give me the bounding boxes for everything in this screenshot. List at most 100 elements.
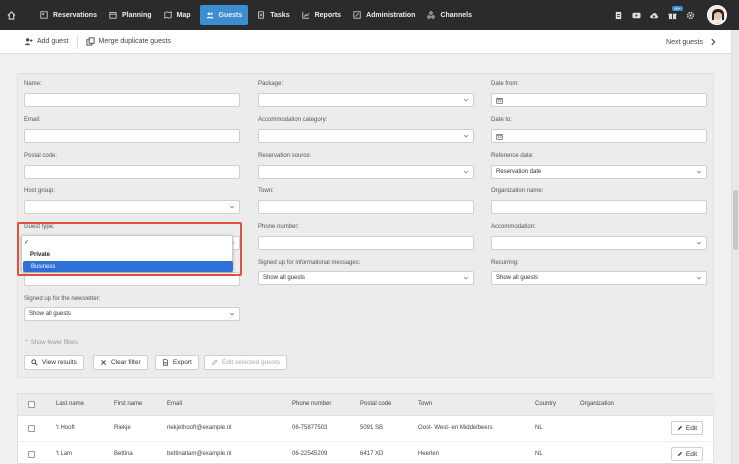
table-row[interactable]: 't Lam Bettina bettinatlam@example.nl 06…	[18, 442, 715, 464]
map-icon	[163, 11, 172, 19]
nav-planning[interactable]: Planning	[103, 0, 158, 30]
nav-label: Reports	[314, 11, 342, 19]
checkmark-icon: ✓	[24, 240, 30, 246]
cloud-download-icon[interactable]	[645, 0, 663, 30]
reference-date-value: Reservation date	[496, 169, 542, 175]
nav-reports[interactable]: Reports	[296, 0, 347, 30]
date-to-label: Date to:	[491, 117, 513, 123]
column-town[interactable]: Town	[418, 401, 432, 407]
nav-guests[interactable]: Guests	[199, 5, 249, 25]
reference-date-select[interactable]: Reservation date	[491, 165, 707, 179]
merge-duplicates-button[interactable]: Merge duplicate guests	[78, 30, 179, 54]
dropdown-option-business[interactable]: Business	[23, 261, 233, 272]
informational-messages-label: Signed up for informational messages:	[258, 260, 361, 266]
export-button[interactable]: Export	[155, 355, 199, 370]
informational-messages-select[interactable]: Show all guests	[258, 271, 474, 285]
nav-tasks[interactable]: Tasks	[251, 0, 295, 30]
chevron-down-icon	[229, 312, 235, 316]
postal-code-input[interactable]	[24, 165, 240, 179]
chevron-down-icon	[696, 241, 702, 245]
select-all-checkbox[interactable]	[28, 401, 35, 408]
host-group-select[interactable]	[24, 200, 240, 214]
recurring-select[interactable]: Show all guests	[491, 271, 707, 285]
column-email[interactable]: Email	[167, 401, 182, 407]
nav-channels[interactable]: Channels	[421, 0, 478, 30]
cell-email: bettinatlam@example.nl	[167, 451, 232, 457]
column-organization[interactable]: Organization	[580, 401, 614, 407]
chevron-down-icon	[463, 134, 469, 138]
document-icon[interactable]	[609, 0, 627, 30]
phone-number-input[interactable]	[258, 236, 474, 250]
scrollbar-thumb[interactable]	[733, 190, 738, 250]
channels-icon	[427, 11, 436, 19]
add-guest-button[interactable]: Add guest	[16, 30, 77, 54]
clear-filter-label: Clear filter	[111, 359, 141, 366]
edit-button[interactable]: Edit	[671, 421, 703, 435]
view-results-button[interactable]: View results	[24, 355, 84, 370]
chevron-up-icon: ⌃	[24, 340, 31, 346]
reservation-source-select[interactable]	[258, 165, 474, 179]
pencil-icon	[677, 425, 682, 431]
home-icon[interactable]	[0, 0, 22, 30]
dropdown-option-private[interactable]: Private	[22, 249, 234, 260]
option-label: Private	[30, 251, 51, 258]
chart-icon	[302, 11, 310, 19]
gift-icon[interactable]: 99+	[663, 0, 683, 30]
informational-messages-value: Show all guests	[263, 275, 306, 281]
add-guest-label: Add guest	[37, 38, 69, 45]
cell-country: NL	[535, 425, 543, 431]
dropdown-option-empty[interactable]: ✓	[22, 237, 234, 248]
column-postal-code[interactable]: Postal code	[360, 401, 391, 407]
page-scrollbar[interactable]	[731, 30, 739, 464]
chevron-right-icon	[711, 38, 716, 46]
nav-map[interactable]: Map	[158, 0, 197, 30]
organization-name-input[interactable]	[491, 200, 707, 214]
table-header: Last name First name Email Phone number …	[18, 394, 715, 416]
accommodation-category-select[interactable]	[258, 129, 474, 143]
reference-date-label: Reference date:	[491, 153, 534, 159]
column-first-name[interactable]: First name	[114, 401, 142, 407]
clear-filter-button[interactable]: Clear filter	[93, 355, 148, 370]
date-to-input[interactable]	[491, 129, 707, 143]
cell-town: Heerlen	[418, 451, 440, 457]
add-user-icon	[24, 38, 33, 46]
town-label: Town:	[258, 188, 274, 194]
package-select[interactable]	[258, 93, 474, 107]
calendar-icon	[496, 133, 503, 140]
newsletter-select[interactable]: Show all guests	[24, 307, 240, 321]
youtube-icon[interactable]	[627, 0, 645, 30]
accommodation-select[interactable]	[491, 236, 707, 250]
column-country[interactable]: Country	[535, 401, 556, 407]
phone-number-label: Phone number:	[258, 224, 300, 230]
nav-label: Reservations	[53, 11, 97, 19]
nav-reservations[interactable]: Reservations	[34, 0, 103, 30]
row-checkbox[interactable]	[28, 451, 35, 458]
calendar-icon	[496, 97, 503, 104]
next-guests-button[interactable]: Next guests	[666, 30, 717, 54]
column-last-name[interactable]: Last name	[56, 401, 84, 407]
date-from-input[interactable]	[491, 93, 707, 107]
merge-label: Merge duplicate guests	[98, 38, 171, 45]
chevron-down-icon	[696, 170, 702, 174]
table-row[interactable]: 't Hooft Riekje riekjethooft@example.nl …	[18, 416, 715, 442]
edit-button[interactable]: Edit	[671, 447, 703, 461]
nav-administration[interactable]: Administration	[347, 0, 421, 30]
town-input[interactable]	[258, 200, 474, 214]
toolbar: Add guest Merge duplicate guests Next gu…	[0, 30, 739, 54]
cell-postal-code: 6417 XD	[360, 451, 384, 457]
nav-label: Administration	[366, 11, 416, 19]
cell-town: Oost- West- en Middelbeers	[418, 425, 493, 431]
pencil-icon	[211, 359, 218, 366]
cell-phone: 06-75877503	[292, 425, 328, 431]
edit-selected-guests-button[interactable]: Edit selected guests	[204, 355, 288, 370]
show-fewer-filters-link[interactable]: ⌃ Show fewer filters	[24, 339, 78, 346]
edit-label: Edit	[685, 450, 698, 458]
row-checkbox[interactable]	[28, 425, 35, 432]
gear-icon[interactable]	[681, 0, 699, 30]
column-phone[interactable]: Phone number	[292, 401, 331, 407]
name-input[interactable]	[24, 93, 240, 107]
tasks-icon	[258, 11, 265, 19]
date-from-label: Date from:	[491, 81, 520, 87]
avatar[interactable]	[707, 5, 727, 25]
email-input[interactable]	[24, 129, 240, 143]
